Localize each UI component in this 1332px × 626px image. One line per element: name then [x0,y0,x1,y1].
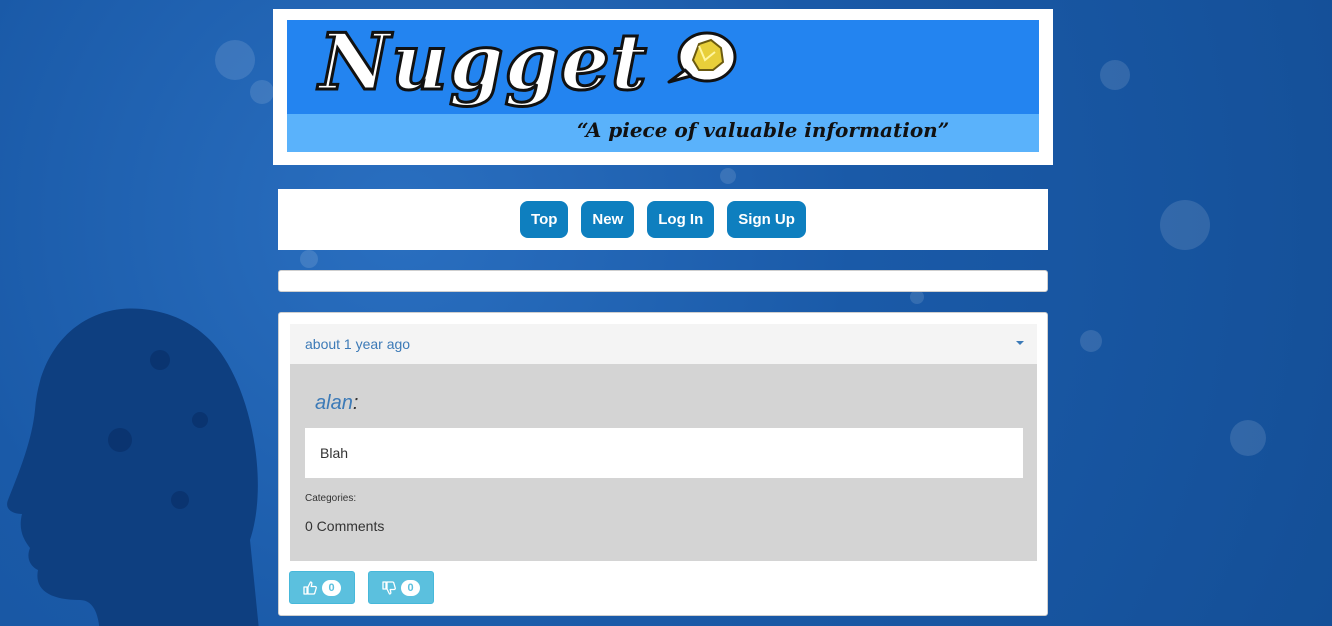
post-comments-link[interactable]: 0 Comments [305,518,384,534]
background-bokeh [720,168,736,184]
background-bokeh [1080,330,1102,352]
post-timestamp[interactable]: about 1 year ago [305,336,410,352]
background-bokeh [1230,420,1266,456]
empty-notice-panel [278,270,1048,292]
background-bokeh [300,250,318,268]
thumbs-down-icon [382,580,397,595]
thumbs-up-icon [303,580,318,595]
post-author-link[interactable]: alan [315,392,353,414]
post-card: about 1 year ago alan: Blah Categories: … [278,312,1048,616]
head-silhouette-image [7,308,259,626]
post-content-box: Blah [305,428,1023,478]
site-logo: Nugget [318,20,649,108]
nav-new-button[interactable]: New [581,201,635,238]
nav-top-button[interactable]: Top [520,201,569,238]
main-navbar: Top New Log In Sign Up [278,189,1048,250]
author-separator: : [352,392,359,414]
downvote-count: 0 [401,579,420,596]
background-bokeh [215,40,255,80]
post-header: about 1 year ago [290,324,1037,364]
post-categories-label: Categories: [305,493,357,504]
post-author: alan: [315,392,358,415]
site-tagline: “A piece of valuable information” [577,118,950,142]
downvote-button[interactable]: 0 [368,571,434,604]
nugget-speech-bubble-icon [667,31,737,84]
background-bokeh [250,80,274,104]
post-text: Blah [320,445,349,461]
background-bokeh [1160,200,1210,250]
background-bokeh [1100,60,1130,90]
site-banner[interactable]: Nugget “A piece of valuable information” [287,20,1039,152]
post-body: alan: Blah Categories: 0 Comments [290,364,1037,561]
nav-login-button[interactable]: Log In [647,201,715,238]
nav-signup-button[interactable]: Sign Up [727,201,806,238]
background-bokeh [910,290,924,304]
caret-down-icon[interactable] [1016,341,1024,345]
upvote-button[interactable]: 0 [289,571,355,604]
upvote-count: 0 [322,579,341,596]
banner-frame: Nugget “A piece of valuable information” [273,9,1053,165]
